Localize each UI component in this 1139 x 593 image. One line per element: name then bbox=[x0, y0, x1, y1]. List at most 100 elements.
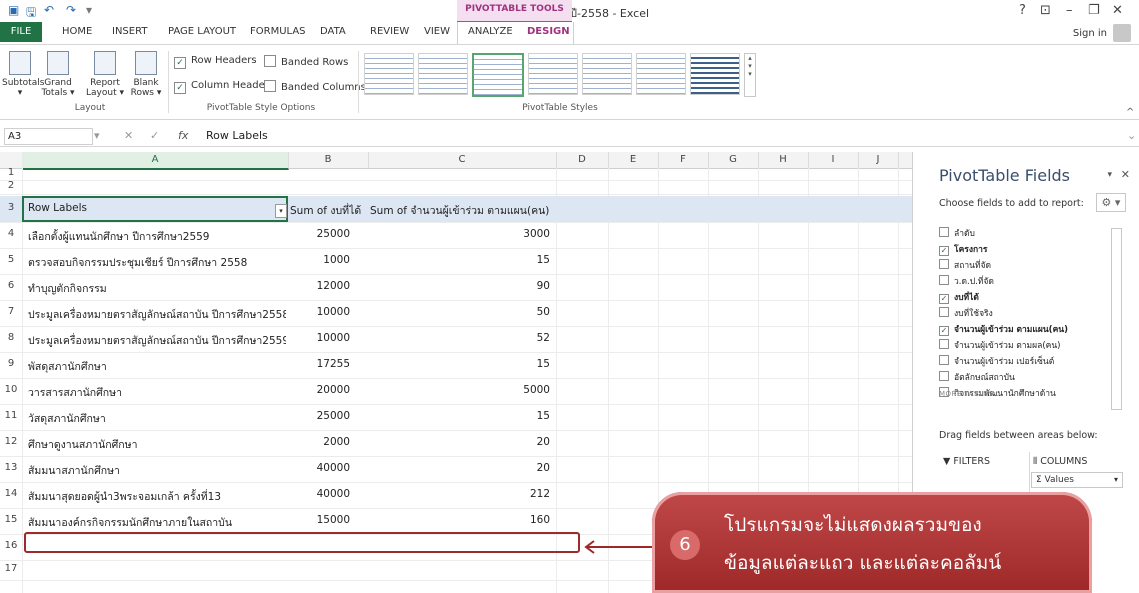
column-headers-checkbox[interactable]: ✓ Column Headers bbox=[174, 80, 274, 94]
insert-function-icon[interactable]: fx bbox=[178, 129, 188, 142]
budget-cell[interactable]: 25000 bbox=[290, 410, 350, 422]
column-header-h[interactable]: H bbox=[758, 152, 809, 168]
participants-cell[interactable]: 90 bbox=[400, 280, 550, 292]
budget-cell[interactable]: 25000 bbox=[290, 228, 350, 240]
pivot-style-swatch[interactable] bbox=[418, 53, 468, 95]
row-label-cell[interactable]: ประมูลเครื่องหมายตราสัญลักษณ์สถาบัน ปีกา… bbox=[28, 306, 286, 323]
participants-cell[interactable]: 212 bbox=[400, 488, 550, 500]
row-number[interactable]: 16 bbox=[0, 540, 22, 551]
tab-insert[interactable]: INSERT bbox=[112, 26, 147, 37]
participants-cell[interactable]: 5000 bbox=[400, 384, 550, 396]
participants-cell[interactable]: 15 bbox=[400, 410, 550, 422]
active-cell-a3[interactable] bbox=[22, 196, 288, 222]
report-layout-button[interactable]: Report Layout ▾ bbox=[86, 51, 124, 98]
budget-cell[interactable]: 2000 bbox=[290, 436, 350, 448]
cancel-icon[interactable]: ✕ bbox=[124, 129, 133, 142]
field-list-scrollbar[interactable] bbox=[1111, 228, 1122, 410]
column-header-g[interactable]: G bbox=[708, 152, 759, 168]
restore-icon[interactable]: ❐ bbox=[1088, 3, 1100, 18]
subtotals-button[interactable]: Subtotals ▾ bbox=[2, 51, 44, 98]
row-number[interactable]: 13 bbox=[0, 462, 22, 473]
pane-options-icon[interactable]: ▾ bbox=[1107, 170, 1112, 180]
column-header-e[interactable]: E bbox=[608, 152, 659, 168]
more-tables-link[interactable]: MORE TABLES... bbox=[939, 390, 1002, 398]
pivot-style-swatch[interactable] bbox=[582, 53, 632, 95]
pivot-field-item[interactable]: ลำดับ bbox=[939, 226, 975, 240]
participants-cell[interactable]: 52 bbox=[400, 332, 550, 344]
ribbon-display-icon[interactable]: ⊡ bbox=[1040, 3, 1051, 18]
row-number[interactable]: 4 bbox=[0, 228, 22, 239]
sum-participants-header[interactable]: Sum of จำนวนผู้เข้าร่วม ตามแผน(คน) bbox=[370, 202, 560, 219]
collapse-ribbon-icon[interactable]: ^ bbox=[1126, 107, 1134, 118]
row-number[interactable]: 10 bbox=[0, 384, 22, 395]
budget-cell[interactable]: 1000 bbox=[290, 254, 350, 266]
pivot-style-swatch[interactable] bbox=[364, 53, 414, 95]
pivot-field-item[interactable]: สถานที่จัด bbox=[939, 258, 991, 272]
enter-icon[interactable]: ✓ bbox=[150, 129, 159, 142]
budget-cell[interactable]: 15000 bbox=[290, 514, 350, 526]
row-number[interactable]: 7 bbox=[0, 306, 22, 317]
budget-cell[interactable]: 10000 bbox=[290, 332, 350, 344]
participants-cell[interactable]: 50 bbox=[400, 306, 550, 318]
tab-home[interactable]: HOME bbox=[62, 26, 92, 37]
row-number[interactable]: 12 bbox=[0, 436, 22, 447]
pivot-style-swatch[interactable] bbox=[690, 53, 740, 95]
help-icon[interactable]: ? bbox=[1019, 3, 1026, 18]
column-header-i[interactable]: I bbox=[808, 152, 859, 168]
pivot-style-swatch[interactable] bbox=[528, 53, 578, 95]
tab-analyze[interactable]: ANALYZE bbox=[468, 26, 513, 37]
row-number[interactable]: 8 bbox=[0, 332, 22, 343]
formula-input[interactable]: Row Labels bbox=[206, 129, 268, 142]
row-number[interactable]: 1 bbox=[0, 167, 22, 178]
blank-rows-button[interactable]: Blank Rows ▾ bbox=[128, 51, 164, 98]
styles-gallery-scroll[interactable]: ▴ ▾ ▾ bbox=[744, 53, 756, 97]
participants-cell[interactable]: 3000 bbox=[400, 228, 550, 240]
column-header-f[interactable]: F bbox=[658, 152, 709, 168]
row-label-cell[interactable]: วัสดุสภานักศึกษา bbox=[28, 410, 286, 427]
budget-cell[interactable]: 20000 bbox=[290, 384, 350, 396]
pane-close-icon[interactable]: ✕ bbox=[1121, 168, 1130, 181]
row-number[interactable]: 9 bbox=[0, 358, 22, 369]
pivot-field-item[interactable]: อัตลักษณ์สถาบัน bbox=[939, 370, 1015, 384]
pivot-field-item[interactable]: ✓ โครงการ bbox=[939, 242, 987, 256]
pivot-style-swatch[interactable] bbox=[636, 53, 686, 95]
row-label-cell[interactable]: พัสดุสภานักศึกษา bbox=[28, 358, 286, 375]
tab-review[interactable]: REVIEW bbox=[370, 26, 409, 37]
participants-cell[interactable]: 15 bbox=[400, 358, 550, 370]
pivot-field-item[interactable]: ✓ งบที่ได้ bbox=[939, 290, 979, 304]
budget-cell[interactable]: 12000 bbox=[290, 280, 350, 292]
close-icon[interactable]: ✕ bbox=[1112, 3, 1123, 18]
user-avatar-icon[interactable] bbox=[1113, 24, 1131, 42]
sign-in-link[interactable]: Sign in bbox=[1073, 28, 1107, 39]
column-header-c[interactable]: C bbox=[368, 152, 557, 168]
row-label-cell[interactable]: ทำบุญตักกิจกรรม bbox=[28, 280, 286, 297]
row-label-cell[interactable]: สัมมนาสภานักศึกษา bbox=[28, 462, 286, 479]
pivot-field-item[interactable]: จำนวนผู้เข้าร่วม ตามผล(คน) bbox=[939, 338, 1060, 352]
row-label-cell[interactable]: สัมมนาสุดยอดผู้นำ3พระจอมเกล้า ครั้งที่13 bbox=[28, 488, 286, 505]
budget-cell[interactable]: 40000 bbox=[290, 462, 350, 474]
row-number[interactable]: 14 bbox=[0, 488, 22, 499]
row-number[interactable]: 5 bbox=[0, 254, 22, 265]
name-box-dropdown-icon[interactable]: ▾ bbox=[94, 129, 100, 142]
row-headers-checkbox[interactable]: ✓ Row Headers bbox=[174, 55, 257, 69]
pivot-style-swatch-selected[interactable] bbox=[472, 53, 524, 97]
row-label-cell[interactable]: เลือกตั้งผู้แทนนักศึกษา ปีการศึกษา2559 bbox=[28, 228, 286, 245]
tab-design[interactable]: DESIGN bbox=[527, 26, 570, 37]
participants-cell[interactable]: 15 bbox=[400, 254, 550, 266]
tab-formulas[interactable]: FORMULAS bbox=[250, 26, 306, 37]
tab-data[interactable]: DATA bbox=[320, 26, 346, 37]
gear-icon[interactable]: ⚙ ▾ bbox=[1096, 193, 1126, 212]
row-labels-filter-dropdown[interactable]: ▾ bbox=[275, 204, 287, 218]
expand-formula-icon[interactable]: ⌄ bbox=[1127, 129, 1136, 142]
column-header-d[interactable]: D bbox=[556, 152, 609, 168]
values-field-item[interactable]: Σ Values ▾ bbox=[1031, 472, 1123, 488]
row-label-cell[interactable]: วารสารสภานักศึกษา bbox=[28, 384, 286, 401]
pivot-field-item[interactable]: จำนวนผู้เข้าร่วม เปอร์เซ็นต์ bbox=[939, 354, 1054, 368]
row-number[interactable]: 15 bbox=[0, 514, 22, 525]
participants-cell[interactable]: 20 bbox=[400, 436, 550, 448]
row-number[interactable]: 2 bbox=[0, 180, 22, 191]
column-header-b[interactable]: B bbox=[288, 152, 369, 168]
row-label-cell[interactable]: ประมูลเครื่องหมายตราสัญลักษณ์สถาบัน ปีกา… bbox=[28, 332, 286, 349]
name-box[interactable]: A3 bbox=[4, 128, 93, 145]
row-number[interactable]: 11 bbox=[0, 410, 22, 421]
